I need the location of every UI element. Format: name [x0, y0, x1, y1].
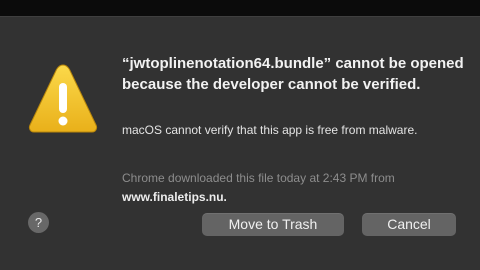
cancel-button[interactable]: Cancel [362, 213, 456, 236]
dialog-title: “jwtoplinenotation64.bundle” cannot be o… [122, 55, 464, 93]
download-site: www.finaletips.nu. [122, 190, 227, 204]
download-note-text: Chrome downloaded this file today at 2:4… [122, 171, 395, 185]
alert-dialog: “jwtoplinenotation64.bundle” cannot be o… [0, 16, 480, 270]
download-note: Chrome downloaded this file today at 2:4… [122, 169, 472, 207]
move-to-trash-button[interactable]: Move to Trash [202, 213, 344, 236]
warning-icon [27, 61, 99, 137]
screen: “jwtoplinenotation64.bundle” cannot be o… [0, 0, 480, 270]
help-button[interactable]: ? [28, 212, 49, 233]
dialog-message: macOS cannot verify that this app is fre… [122, 123, 418, 137]
